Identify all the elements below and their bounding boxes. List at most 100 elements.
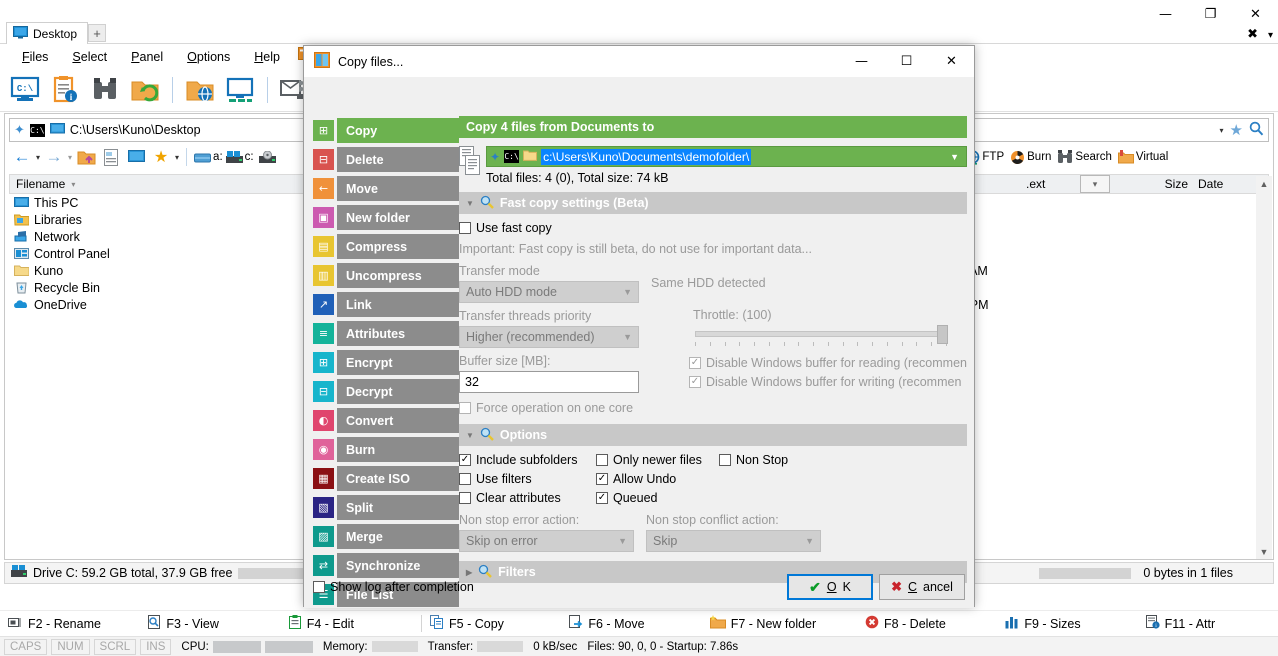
- menu-files[interactable]: Files: [10, 47, 60, 67]
- virtual-button[interactable]: Virtual: [1118, 150, 1168, 164]
- fkey-f11-attr[interactable]: i F11 - Attr: [1138, 615, 1278, 632]
- queued-checkbox[interactable]: ✓ Queued: [596, 491, 719, 505]
- action-merge[interactable]: ▨Merge: [313, 522, 459, 551]
- clear-attributes-checkbox[interactable]: Clear attributes: [459, 491, 596, 505]
- menu-options[interactable]: Options: [175, 47, 242, 67]
- fkey-f9-sizes[interactable]: F9 - Sizes: [997, 616, 1137, 632]
- computer-icon[interactable]: [223, 73, 257, 107]
- forward-icon[interactable]: →: [43, 146, 65, 168]
- action-compress[interactable]: ▤Compress: [313, 232, 459, 261]
- error-action-select[interactable]: Skip on error ▼: [459, 530, 634, 552]
- use-filters-checkbox[interactable]: Use filters: [459, 472, 596, 486]
- cmd-icon[interactable]: C:\: [30, 124, 45, 137]
- search-button[interactable]: Search: [1057, 150, 1111, 164]
- scroll-down-icon[interactable]: ▼: [1256, 544, 1272, 559]
- ok-button[interactable]: ✔ OK: [787, 574, 873, 600]
- include-subfolders-checkbox[interactable]: ✓ Include subfolders: [459, 453, 596, 467]
- path-dropdown-icon[interactable]: ▼: [950, 152, 963, 162]
- fkey-f3-view[interactable]: F3 - View: [140, 615, 280, 632]
- disable-read-buffer-checkbox[interactable]: ✓ Disable Windows buffer for reading (re…: [651, 356, 967, 370]
- menu-panel[interactable]: Panel: [119, 47, 175, 67]
- pin-icon[interactable]: ✦: [490, 150, 500, 164]
- action-decrypt[interactable]: ⊟Decrypt: [313, 377, 459, 406]
- conflict-action-select[interactable]: Skip ▼: [646, 530, 821, 552]
- column-ext[interactable]: .ext: [1026, 177, 1080, 191]
- action-encrypt[interactable]: ⊞Encrypt: [313, 348, 459, 377]
- up-folder-icon[interactable]: [75, 146, 97, 168]
- fkey-f5-copy[interactable]: F5 - Copy: [421, 615, 561, 632]
- action-delete[interactable]: ⊟Delete: [313, 145, 459, 174]
- action-new-folder[interactable]: ▣New folder: [313, 203, 459, 232]
- path-dropdown-icon[interactable]: ▾: [1220, 126, 1224, 135]
- drive-c[interactable]: c:: [226, 151, 254, 164]
- command-prompt-icon[interactable]: C:\: [8, 73, 42, 107]
- action-convert[interactable]: ◐Convert: [313, 406, 459, 435]
- throttle-slider[interactable]: [695, 331, 947, 346]
- column-date[interactable]: Date: [1188, 177, 1223, 191]
- folder-sync-icon[interactable]: [128, 73, 162, 107]
- chevron-down-icon[interactable]: ▼: [466, 199, 474, 208]
- fkey-f8-delete[interactable]: F8 - Delete: [857, 615, 997, 632]
- action-link[interactable]: ↗Link: [313, 290, 459, 319]
- close-tab-icon[interactable]: ✖: [1247, 27, 1258, 42]
- action-burn[interactable]: ◉Burn: [313, 435, 459, 464]
- clipboard-info-icon[interactable]: i: [48, 73, 82, 107]
- forward-dropdown-icon[interactable]: ▾: [68, 153, 72, 162]
- dialog-maximize-button[interactable]: ☐: [884, 46, 929, 77]
- properties-icon[interactable]: [100, 146, 122, 168]
- dialog-minimize-button[interactable]: —: [839, 46, 884, 77]
- action-split[interactable]: ▧Split: [313, 493, 459, 522]
- slider-thumb[interactable]: [937, 325, 948, 344]
- force-one-core-checkbox[interactable]: Force operation on one core: [459, 401, 639, 415]
- dialog-close-button[interactable]: ✕: [929, 46, 974, 77]
- buffer-size-input[interactable]: 32: [459, 371, 639, 393]
- cmd-icon[interactable]: C:\: [504, 150, 519, 163]
- non-stop-checkbox[interactable]: Non Stop: [719, 453, 788, 467]
- allow-undo-checkbox[interactable]: ✓ Allow Undo: [596, 472, 719, 486]
- search-icon[interactable]: [1249, 121, 1264, 139]
- folder-ftp-icon[interactable]: [183, 73, 217, 107]
- drive-a[interactable]: a:: [194, 151, 223, 164]
- scroll-thumb[interactable]: [1256, 191, 1272, 431]
- disable-write-buffer-checkbox[interactable]: ✓ Disable Windows buffer for writing (re…: [651, 375, 967, 389]
- action-copy[interactable]: ⊞Copy: [313, 116, 459, 145]
- action-move[interactable]: ←Move: [313, 174, 459, 203]
- back-dropdown-icon[interactable]: ▾: [36, 153, 40, 162]
- favorites-star-icon[interactable]: ★: [150, 146, 172, 168]
- threads-priority-select[interactable]: Higher (recommended) ▼: [459, 326, 639, 348]
- favorite-star-icon[interactable]: ★: [1230, 121, 1243, 139]
- use-fast-copy-checkbox[interactable]: Use fast copy: [459, 221, 967, 235]
- transfer-mode-select[interactable]: Auto HDD mode ▼: [459, 281, 639, 303]
- new-tab-button[interactable]: +: [88, 24, 106, 42]
- right-panel-scrollbar[interactable]: ▲ ▼: [1256, 176, 1272, 559]
- column-sort-button[interactable]: ▾: [1080, 175, 1110, 193]
- back-icon[interactable]: ←: [11, 146, 33, 168]
- fkey-f7-new-folder[interactable]: F7 - New folder: [702, 615, 857, 632]
- options-section-header[interactable]: ▼ Options: [459, 424, 967, 446]
- desktop-icon[interactable]: [125, 146, 147, 168]
- binoculars-search-icon[interactable]: [88, 73, 122, 107]
- fkey-f4-edit[interactable]: F4 - Edit: [281, 615, 421, 632]
- chevron-down-icon[interactable]: ▼: [466, 431, 474, 440]
- tab-menu-icon[interactable]: ▾: [1268, 30, 1273, 41]
- dialog-titlebar[interactable]: Copy files... — ☐ ✕: [304, 46, 974, 77]
- fkey-f6-move[interactable]: F6 - Move: [561, 615, 701, 632]
- scroll-up-icon[interactable]: ▲: [1256, 176, 1272, 191]
- show-log-checkbox[interactable]: Show log after completion: [313, 580, 474, 594]
- burn-button[interactable]: Burn: [1010, 150, 1051, 165]
- only-newer-files-checkbox[interactable]: Only newer files: [596, 453, 719, 467]
- fkey-f2-rename[interactable]: F2 - Rename: [0, 616, 140, 632]
- tab-desktop[interactable]: Desktop: [6, 22, 88, 44]
- fast-copy-section-header[interactable]: ▼ Fast copy settings (Beta): [459, 192, 967, 214]
- cancel-button[interactable]: ✖ Cancel: [879, 574, 965, 600]
- column-size[interactable]: Size: [1110, 177, 1188, 191]
- action-uncompress[interactable]: ▥Uncompress: [313, 261, 459, 290]
- favorites-dropdown-icon[interactable]: ▾: [175, 153, 179, 162]
- menu-select[interactable]: Select: [60, 47, 119, 67]
- menu-help[interactable]: Help: [242, 47, 292, 67]
- drive-optical-icon[interactable]: [257, 146, 279, 168]
- action-attributes[interactable]: ≡Attributes: [313, 319, 459, 348]
- pin-icon[interactable]: ✦: [14, 122, 25, 138]
- destination-path-field[interactable]: ✦ C:\ c:\Users\Kuno\Documents\demofolder…: [486, 146, 967, 167]
- action-create-iso[interactable]: ▦Create ISO: [313, 464, 459, 493]
